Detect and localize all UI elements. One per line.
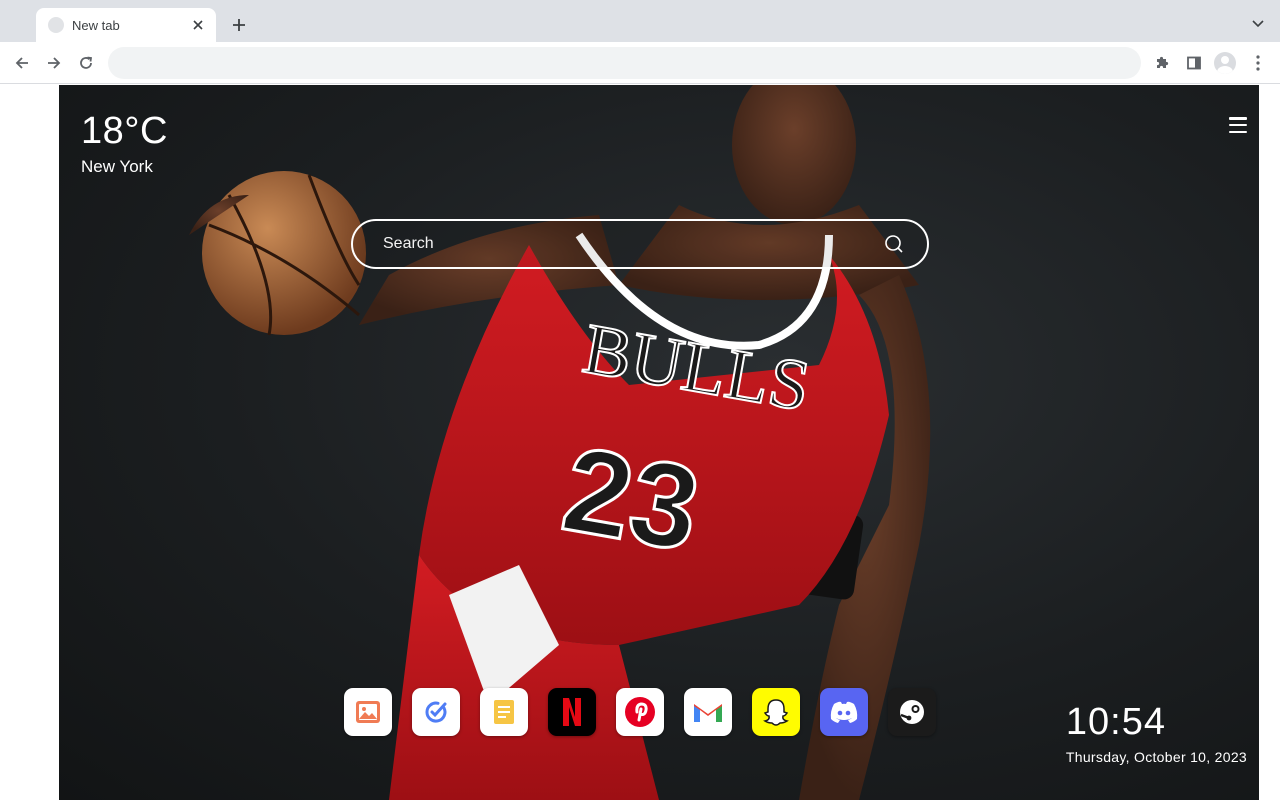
- tab-strip: New tab: [0, 0, 1280, 42]
- profile-avatar[interactable]: [1213, 51, 1237, 75]
- weather-city: New York: [81, 157, 153, 176]
- forward-button[interactable]: [42, 51, 66, 75]
- weather-temperature: 18°C: [81, 110, 168, 152]
- profile-avatar-icon: [1214, 52, 1236, 74]
- notes-app-icon[interactable]: [480, 688, 528, 736]
- new-tab-button[interactable]: [228, 14, 250, 36]
- new-tab-page: BULLS 23 18°C New York Search 10:54 Thur…: [0, 85, 1280, 800]
- hamburger-menu-icon[interactable]: [1227, 115, 1249, 135]
- menu-line: [1229, 117, 1247, 120]
- tab-favicon-icon: [48, 17, 64, 33]
- reload-button[interactable]: [74, 51, 98, 75]
- clock-widget: 10:54 Thursday, October 10, 2023: [1066, 701, 1247, 765]
- extensions-puzzle-icon[interactable]: [1150, 51, 1174, 75]
- clock-time: 10:54: [1065, 701, 1166, 743]
- weather-widget[interactable]: 18°C New York: [81, 111, 168, 177]
- search-box[interactable]: [351, 219, 929, 269]
- gallery-app-icon[interactable]: [344, 688, 392, 736]
- chrome-menu-kebab-icon[interactable]: [1246, 51, 1270, 75]
- tasks-app-icon[interactable]: [412, 688, 460, 736]
- search-input[interactable]: [383, 235, 883, 253]
- gmail-app-icon[interactable]: [684, 688, 732, 736]
- back-button[interactable]: [10, 51, 34, 75]
- app-dock: [344, 688, 936, 736]
- menu-line: [1229, 123, 1247, 127]
- svg-text:23: 23: [554, 422, 709, 577]
- close-tab-icon[interactable]: [190, 17, 206, 33]
- discord-app-icon[interactable]: [820, 688, 868, 736]
- clock-date: Thursday, October 10, 2023: [1065, 749, 1247, 765]
- menu-line: [1229, 130, 1247, 133]
- snapchat-app-icon[interactable]: [752, 688, 800, 736]
- steam-app-icon[interactable]: [888, 688, 936, 736]
- search-icon[interactable]: [883, 233, 905, 255]
- tab-search-chevron-icon[interactable]: [1248, 14, 1268, 34]
- netflix-app-icon[interactable]: [548, 688, 596, 736]
- side-panel-icon[interactable]: [1182, 51, 1206, 75]
- tab-new-tab[interactable]: New tab: [36, 8, 216, 42]
- address-bar-input[interactable]: [108, 47, 1141, 79]
- browser-toolbar: [0, 42, 1280, 84]
- pinterest-app-icon[interactable]: [616, 688, 664, 736]
- wallpaper: BULLS 23 18°C New York Search 10:54 Thur…: [59, 85, 1259, 800]
- tab-title: New tab: [72, 17, 120, 33]
